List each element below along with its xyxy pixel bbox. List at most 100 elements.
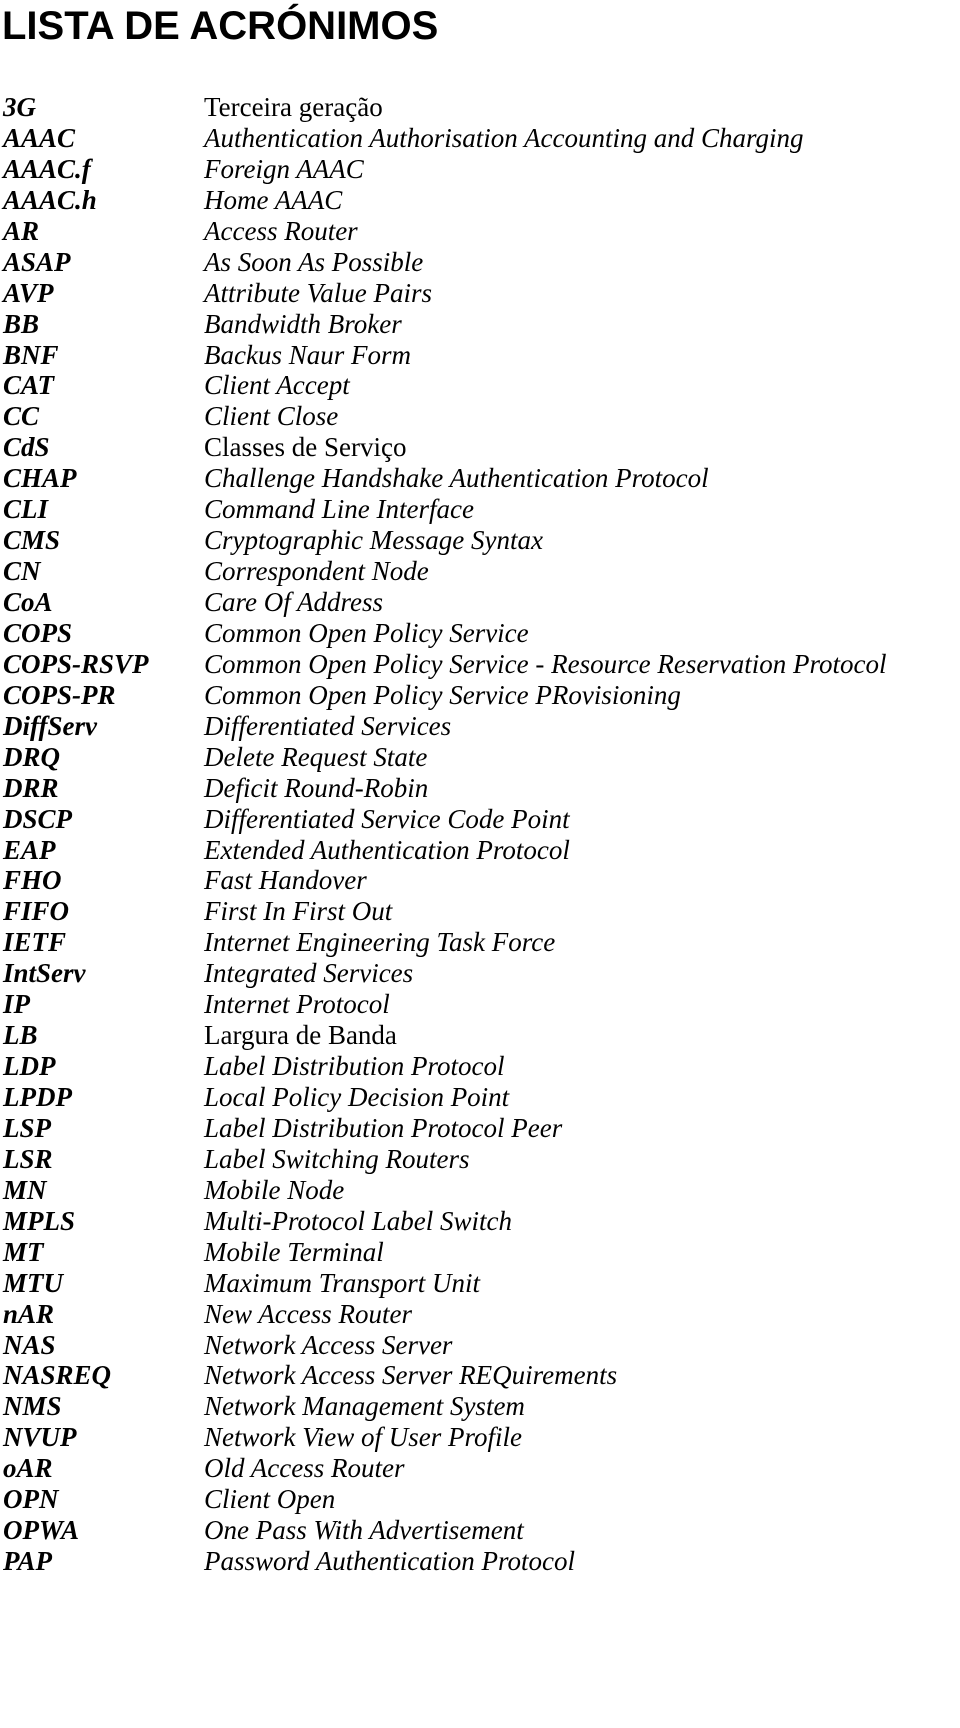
- acronym-term: CoA: [3, 587, 53, 617]
- acronym-meaning: Differentiated Services: [204, 710, 452, 741]
- acronym-row: FHO Fast Handover: [0, 865, 960, 896]
- acronym-term: NMS: [3, 1391, 62, 1422]
- acronym-meaning: Password Authentication Protocol: [204, 1546, 575, 1577]
- acronym-row: CC Client Close: [0, 401, 960, 432]
- acronym-term: CAT: [3, 370, 55, 401]
- acronym-row: MTU Maximum Transport Unit: [0, 1268, 960, 1299]
- acronym-term: 3G: [3, 92, 36, 122]
- acronym-row: DRQ Delete Request State: [0, 742, 960, 773]
- acronym-term: COPS-RSVP: [3, 648, 149, 679]
- acronym-term: NASREQ: [3, 1360, 112, 1391]
- acronym-meaning: Command Line Interface: [204, 494, 474, 525]
- acronym-meaning: Differentiated Service Code Point: [204, 803, 570, 834]
- acronym-term: DiffServ: [3, 710, 97, 741]
- acronym-row: nAR New Access Router: [0, 1299, 960, 1330]
- acronym-meaning: Multi-Protocol Label Switch: [204, 1205, 512, 1236]
- acronym-row: AAAC.f Foreign AAAC: [0, 154, 960, 185]
- acronym-term: IP: [3, 989, 30, 1020]
- acronym-meaning: Client Close: [204, 401, 339, 432]
- acronym-term: DRR: [3, 772, 59, 803]
- acronym-meaning: Terceira geração: [204, 92, 383, 122]
- acronym-meaning: Challenge Handshake Authentication Proto…: [204, 463, 709, 494]
- acronym-row: LSR Label Switching Routers: [0, 1144, 960, 1175]
- acronym-row: NAS Network Access Server: [0, 1330, 960, 1361]
- acronym-meaning: Mobile Node: [204, 1174, 345, 1205]
- acronym-row: MPLS Multi-Protocol Label Switch: [0, 1206, 960, 1237]
- acronym-term: AAAC.f: [3, 153, 91, 184]
- acronym-row: 3G Terceira geração: [0, 92, 960, 123]
- acronym-row: LB Largura de Banda: [0, 1020, 960, 1051]
- acronym-term: CN: [3, 556, 41, 587]
- acronym-term: AAAC.h: [3, 184, 97, 215]
- acronym-meaning: Client Accept: [204, 370, 350, 401]
- page-title: LISTA DE ACRÓNIMOS: [2, 4, 439, 48]
- acronym-meaning: Attribute Value Pairs: [204, 277, 432, 308]
- acronym-meaning: Common Open Policy Service - Resource Re…: [204, 648, 887, 679]
- acronym-meaning: Internet Engineering Task Force: [204, 927, 556, 958]
- acronym-meaning: New Access Router: [204, 1298, 412, 1329]
- acronym-term: nAR: [3, 1298, 55, 1329]
- acronym-row: COPS Common Open Policy Service: [0, 618, 960, 649]
- acronym-row: BB Bandwidth Broker: [0, 309, 960, 340]
- acronym-meaning: Mobile Terminal: [204, 1236, 384, 1267]
- acronym-row: ASAP As Soon As Possible: [0, 247, 960, 278]
- acronym-term: MPLS: [3, 1205, 76, 1236]
- acronym-meaning: Local Policy Decision Point: [204, 1082, 510, 1112]
- acronym-meaning: Extended Authentication Protocol: [204, 834, 570, 865]
- acronym-term: OPWA: [3, 1515, 80, 1546]
- acronym-row: AVP Attribute Value Pairs: [0, 278, 960, 309]
- acronym-row: NMS Network Management System: [0, 1391, 960, 1422]
- acronym-meaning: Authentication Authorisation Accounting …: [204, 122, 804, 153]
- acronym-term: CdS: [3, 432, 50, 463]
- acronym-meaning: Internet Protocol: [204, 989, 390, 1020]
- acronym-term: FHO: [3, 865, 62, 896]
- acronym-row: oAR Old Access Router: [0, 1453, 960, 1484]
- acronym-row: CLI Command Line Interface: [0, 494, 960, 525]
- acronym-row: LSP Label Distribution Protocol Peer: [0, 1113, 960, 1144]
- acronym-meaning: Network View of User Profile: [204, 1422, 522, 1453]
- acronym-row: COPS-RSVP Common Open Policy Service - Re…: [0, 649, 960, 680]
- acronym-meaning: Network Access Server REQuirements: [204, 1360, 618, 1391]
- acronym-row: OPWA One Pass With Advertisement: [0, 1515, 960, 1546]
- acronym-term: LSR: [3, 1143, 53, 1174]
- acronym-row: COPS-PR Common Open Policy Service PRovis…: [0, 680, 960, 711]
- acronym-meaning: Network Access Server: [204, 1329, 453, 1360]
- acronym-term: BNF: [3, 339, 59, 370]
- acronym-term: PAP: [3, 1546, 52, 1577]
- acronym-term: CMS: [3, 525, 61, 556]
- acronym-meaning: Care Of Address: [204, 587, 384, 617]
- acronym-meaning: Label Distribution Protocol: [204, 1051, 505, 1082]
- acronym-term: IntServ: [3, 958, 86, 989]
- acronym-meaning: As Soon As Possible: [204, 246, 424, 277]
- acronym-row: AAAC.h Home AAAC: [0, 185, 960, 216]
- acronym-row: CHAP Challenge Handshake Authentication P…: [0, 463, 960, 494]
- acronym-term: MT: [3, 1236, 44, 1267]
- acronym-row: IP Internet Protocol: [0, 989, 960, 1020]
- acronym-meaning: Largura de Banda: [204, 1020, 397, 1051]
- acronym-list: 3G Terceira geração AAAC Authentication Aut…: [0, 92, 960, 1577]
- acronym-meaning: Old Access Router: [204, 1453, 405, 1484]
- acronym-term: AVP: [3, 277, 54, 308]
- acronym-term: LSP: [3, 1112, 52, 1143]
- acronym-meaning: Client Open: [204, 1484, 336, 1515]
- acronym-meaning: One Pass With Advertisement: [204, 1515, 524, 1546]
- acronym-row: CAT Client Accept: [0, 370, 960, 401]
- acronym-meaning: Bandwidth Broker: [204, 308, 402, 339]
- acronym-meaning: Integrated Services: [204, 958, 414, 989]
- acronym-term: IETF: [3, 927, 67, 958]
- acronym-term: ASAP: [3, 246, 71, 277]
- acronym-row: OPN Client Open: [0, 1484, 960, 1515]
- acronym-term: NAS: [3, 1329, 56, 1360]
- acronym-row: IETF Internet Engineering Task Force: [0, 927, 960, 958]
- acronym-row: MN Mobile Node: [0, 1175, 960, 1206]
- acronym-term: CLI: [3, 494, 49, 525]
- acronym-term: LDP: [3, 1051, 56, 1082]
- acronym-meaning: Correspondent Node: [204, 556, 429, 587]
- acronym-row: NASREQ Network Access Server REQuirements: [0, 1360, 960, 1391]
- acronym-term: BB: [3, 308, 40, 339]
- acronym-row: AAAC Authentication Authorisation Account…: [0, 123, 960, 154]
- acronym-term: OPN: [3, 1484, 59, 1515]
- acronym-term: CHAP: [3, 463, 77, 494]
- acronym-term: DSCP: [3, 803, 73, 834]
- acronym-row: EAP Extended Authentication Protocol: [0, 835, 960, 866]
